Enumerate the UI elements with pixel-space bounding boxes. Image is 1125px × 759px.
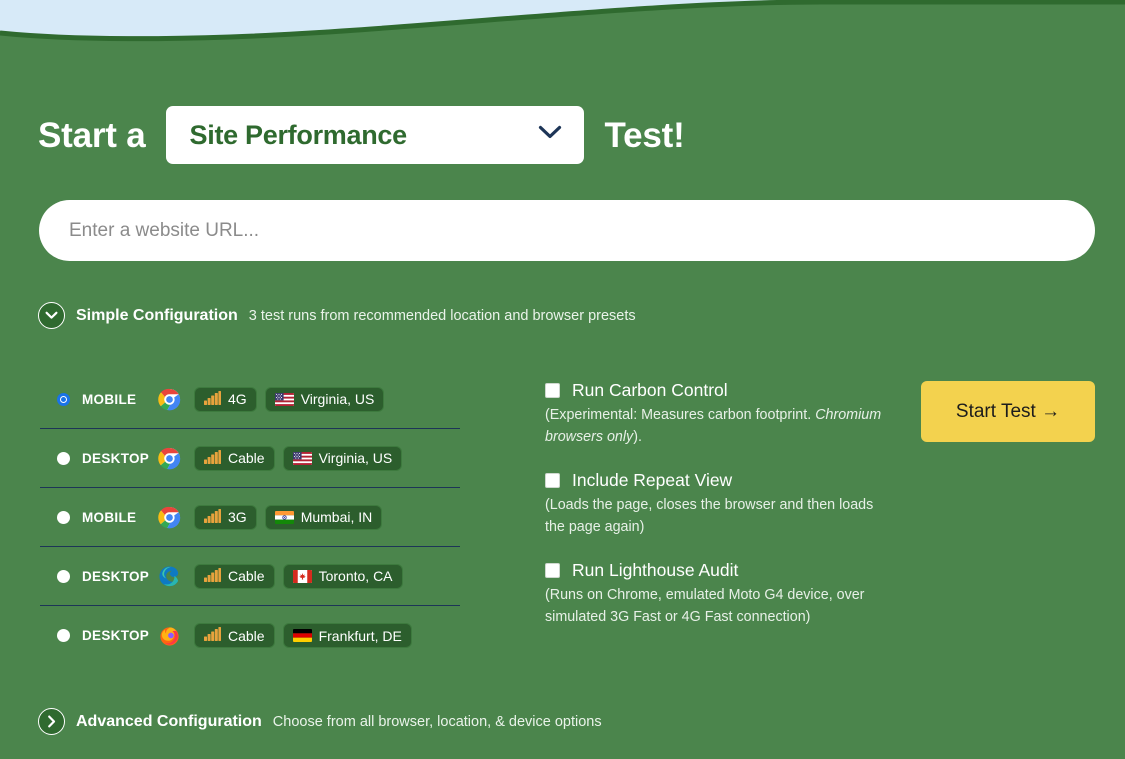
- preset-row[interactable]: DESKTOP Cable Virginia, US: [40, 429, 460, 488]
- preset-device-label: MOBILE: [82, 391, 137, 407]
- preset-list: MOBILE 4G Virginia, US DESKTOP Cable Vir…: [40, 370, 460, 665]
- preset-location-label: Virginia, US: [318, 450, 393, 466]
- preset-row[interactable]: DESKTOP Cable Toronto, CA: [40, 547, 460, 606]
- option-desc-part-1: (Loads the page, closes the browser and …: [545, 497, 874, 535]
- preset-location-label: Virginia, US: [300, 391, 375, 407]
- test-option-label: Include Repeat View: [572, 470, 733, 490]
- option-desc-part-2: ).: [633, 429, 642, 445]
- test-option-checkbox[interactable]: [545, 473, 560, 488]
- signal-bars-icon: [204, 449, 221, 464]
- preset-row[interactable]: MOBILE 4G Virginia, US: [40, 370, 460, 429]
- advanced-configuration-subtitle: Choose from all browser, location, & dev…: [272, 713, 602, 730]
- test-option: Run Lighthouse Audit (Runs on Chrome, em…: [545, 560, 900, 628]
- test-type-select[interactable]: Site Performance: [165, 106, 584, 164]
- preset-row[interactable]: MOBILE 3G Mumbai, IN: [40, 488, 460, 547]
- signal-bars-icon: [204, 567, 221, 585]
- hero-curve-decoration: [0, 0, 1125, 46]
- option-desc-part-1: (Experimental: Measures carbon footprint…: [545, 407, 816, 423]
- simple-configuration-toggle[interactable]: Simple Configuration 3 test runs from re…: [38, 302, 636, 329]
- test-option-checkbox[interactable]: [545, 563, 560, 578]
- browser-firefox-icon: [158, 624, 181, 647]
- preset-radio[interactable]: [57, 629, 70, 642]
- preset-location-pill[interactable]: Toronto, CA: [282, 563, 403, 589]
- preset-location-pill[interactable]: Virginia, US: [264, 386, 385, 412]
- signal-bars-icon: [204, 567, 221, 582]
- preset-radio[interactable]: [57, 451, 70, 465]
- preset-location-label: Toronto, CA: [318, 568, 393, 584]
- preset-connection-label: Cable: [228, 568, 265, 584]
- preset-connection-pill[interactable]: 3G: [194, 504, 257, 530]
- preset-location-pill[interactable]: Frankfurt, DE: [282, 623, 412, 648]
- preset-connection-label: 3G: [228, 509, 247, 525]
- test-option-description: (Runs on Chrome, emulated Moto G4 device…: [545, 584, 893, 628]
- test-option-checkbox[interactable]: [545, 383, 560, 398]
- preset-device-label: DESKTOP: [82, 450, 150, 466]
- test-option-label: Run Carbon Control: [572, 380, 728, 400]
- browser-chrome-icon: [158, 506, 181, 529]
- test-option-description: (Experimental: Measures carbon footprint…: [545, 404, 893, 448]
- test-options-list: Run Carbon Control (Experimental: Measur…: [545, 380, 900, 628]
- url-input-container: [39, 200, 1095, 261]
- preset-connection-pill[interactable]: 4G: [194, 386, 257, 412]
- chevron-down-icon: [38, 302, 65, 329]
- signal-bars-icon: [204, 390, 221, 405]
- browser-chrome-icon: [158, 447, 181, 470]
- browser-edge-icon: [158, 565, 181, 588]
- signal-bars-icon: [204, 390, 221, 408]
- test-option-toggle[interactable]: Run Lighthouse Audit: [545, 560, 900, 581]
- preset-connection-label: 4G: [228, 391, 247, 407]
- headline-suffix: Test!: [604, 115, 685, 155]
- preset-radio[interactable]: [57, 392, 70, 406]
- advanced-configuration-toggle[interactable]: Advanced Configuration Choose from all b…: [38, 708, 602, 735]
- test-option-toggle[interactable]: Include Repeat View: [545, 470, 900, 491]
- signal-bars-icon: [204, 627, 221, 641]
- simple-configuration-subtitle: 3 test runs from recommended location an…: [248, 307, 636, 324]
- test-option-description: (Loads the page, closes the browser and …: [545, 494, 893, 538]
- headline-prefix: Start a: [38, 115, 146, 155]
- preset-location-pill[interactable]: Virginia, US: [282, 445, 403, 471]
- preset-device-label: MOBILE: [82, 509, 137, 525]
- preset-device-label: DESKTOP: [82, 628, 150, 643]
- flag-de-icon: [292, 629, 312, 642]
- chevron-down-icon: [538, 125, 562, 145]
- test-option-label: Run Lighthouse Audit: [572, 560, 739, 580]
- preset-row[interactable]: DESKTOP Cable Frankfurt, DE: [40, 606, 460, 665]
- test-option: Include Repeat View (Loads the page, clo…: [545, 470, 900, 538]
- preset-location-label: Mumbai, IN: [300, 509, 373, 525]
- headline-row: Start a Site Performance Test!: [38, 101, 685, 169]
- signal-bars-icon: [204, 627, 221, 644]
- simple-configuration-title: Simple Configuration: [76, 306, 238, 324]
- preset-radio[interactable]: [57, 510, 70, 524]
- preset-connection-label: Cable: [228, 627, 265, 644]
- preset-location-pill[interactable]: Mumbai, IN: [264, 504, 383, 530]
- preset-connection-pill[interactable]: Cable: [194, 563, 275, 589]
- flag-in-icon: [274, 510, 294, 524]
- test-type-selected-value: Site Performance: [189, 119, 408, 150]
- flag-us-icon: [274, 392, 294, 406]
- preset-device-label: DESKTOP: [82, 568, 150, 584]
- browser-chrome-icon: [158, 388, 181, 411]
- test-option-toggle[interactable]: Run Carbon Control: [545, 380, 900, 401]
- preset-connection-label: Cable: [228, 450, 265, 466]
- signal-bars-icon: [204, 508, 221, 523]
- start-test-button[interactable]: Start Test →: [921, 381, 1095, 442]
- chevron-right-icon: [38, 708, 65, 735]
- option-desc-part-1: (Runs on Chrome, emulated Moto G4 device…: [545, 587, 865, 625]
- test-option: Run Carbon Control (Experimental: Measur…: [545, 380, 900, 448]
- preset-location-label: Frankfurt, DE: [318, 627, 402, 644]
- signal-bars-icon: [204, 508, 221, 526]
- url-input[interactable]: [39, 200, 1095, 261]
- preset-connection-pill[interactable]: Cable: [194, 445, 275, 471]
- preset-radio[interactable]: [57, 569, 70, 583]
- flag-ca-icon: [292, 569, 312, 583]
- advanced-configuration-title: Advanced Configuration: [76, 712, 262, 730]
- flag-us-icon: [292, 451, 312, 465]
- signal-bars-icon: [204, 449, 221, 467]
- preset-connection-pill[interactable]: Cable: [194, 623, 275, 648]
